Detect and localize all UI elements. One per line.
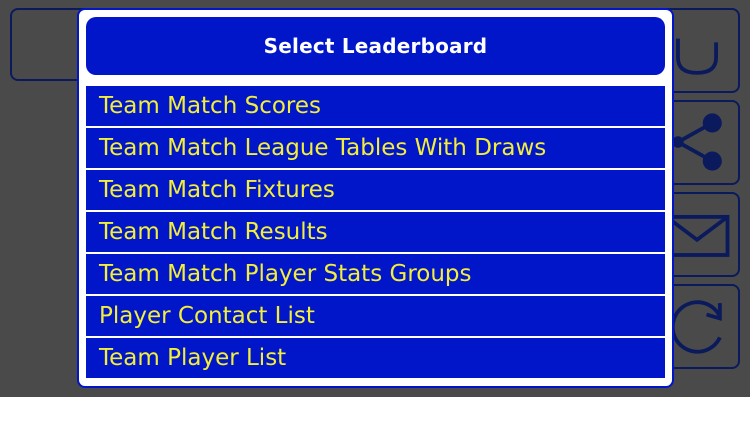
- leaderboard-option-league-tables-with-draws[interactable]: Team Match League Tables With Draws: [86, 128, 665, 168]
- leaderboard-option-label: Player Contact List: [99, 303, 315, 329]
- leaderboard-option-player-contact-list[interactable]: Player Contact List: [86, 296, 665, 336]
- bottom-margin: [0, 397, 750, 422]
- leaderboard-option-team-player-list[interactable]: Team Player List: [86, 338, 665, 378]
- dialog-title: Select Leaderboard: [263, 34, 488, 58]
- leaderboard-list: Team Match Scores Team Match League Tabl…: [86, 86, 665, 378]
- leaderboard-option-label: Team Player List: [99, 345, 287, 371]
- leaderboard-option-label: Team Match Scores: [99, 93, 321, 119]
- leaderboard-option-label: Team Match League Tables With Draws: [99, 135, 547, 161]
- leaderboard-option-player-stats-groups[interactable]: Team Match Player Stats Groups: [86, 254, 665, 294]
- leaderboard-option-team-match-fixtures[interactable]: Team Match Fixtures: [86, 170, 665, 210]
- leaderboard-option-team-match-scores[interactable]: Team Match Scores: [86, 86, 665, 126]
- leaderboard-option-label: Team Match Results: [99, 219, 328, 245]
- leaderboard-option-team-match-results[interactable]: Team Match Results: [86, 212, 665, 252]
- leaderboard-option-label: Team Match Fixtures: [99, 177, 335, 203]
- select-leaderboard-dialog: Select Leaderboard Team Match Scores Tea…: [77, 8, 674, 388]
- dimmed-app-background: Select Leaderboard Team Match Scores Tea…: [0, 0, 750, 397]
- leaderboard-option-label: Team Match Player Stats Groups: [99, 261, 472, 287]
- dialog-header: Select Leaderboard: [86, 17, 665, 75]
